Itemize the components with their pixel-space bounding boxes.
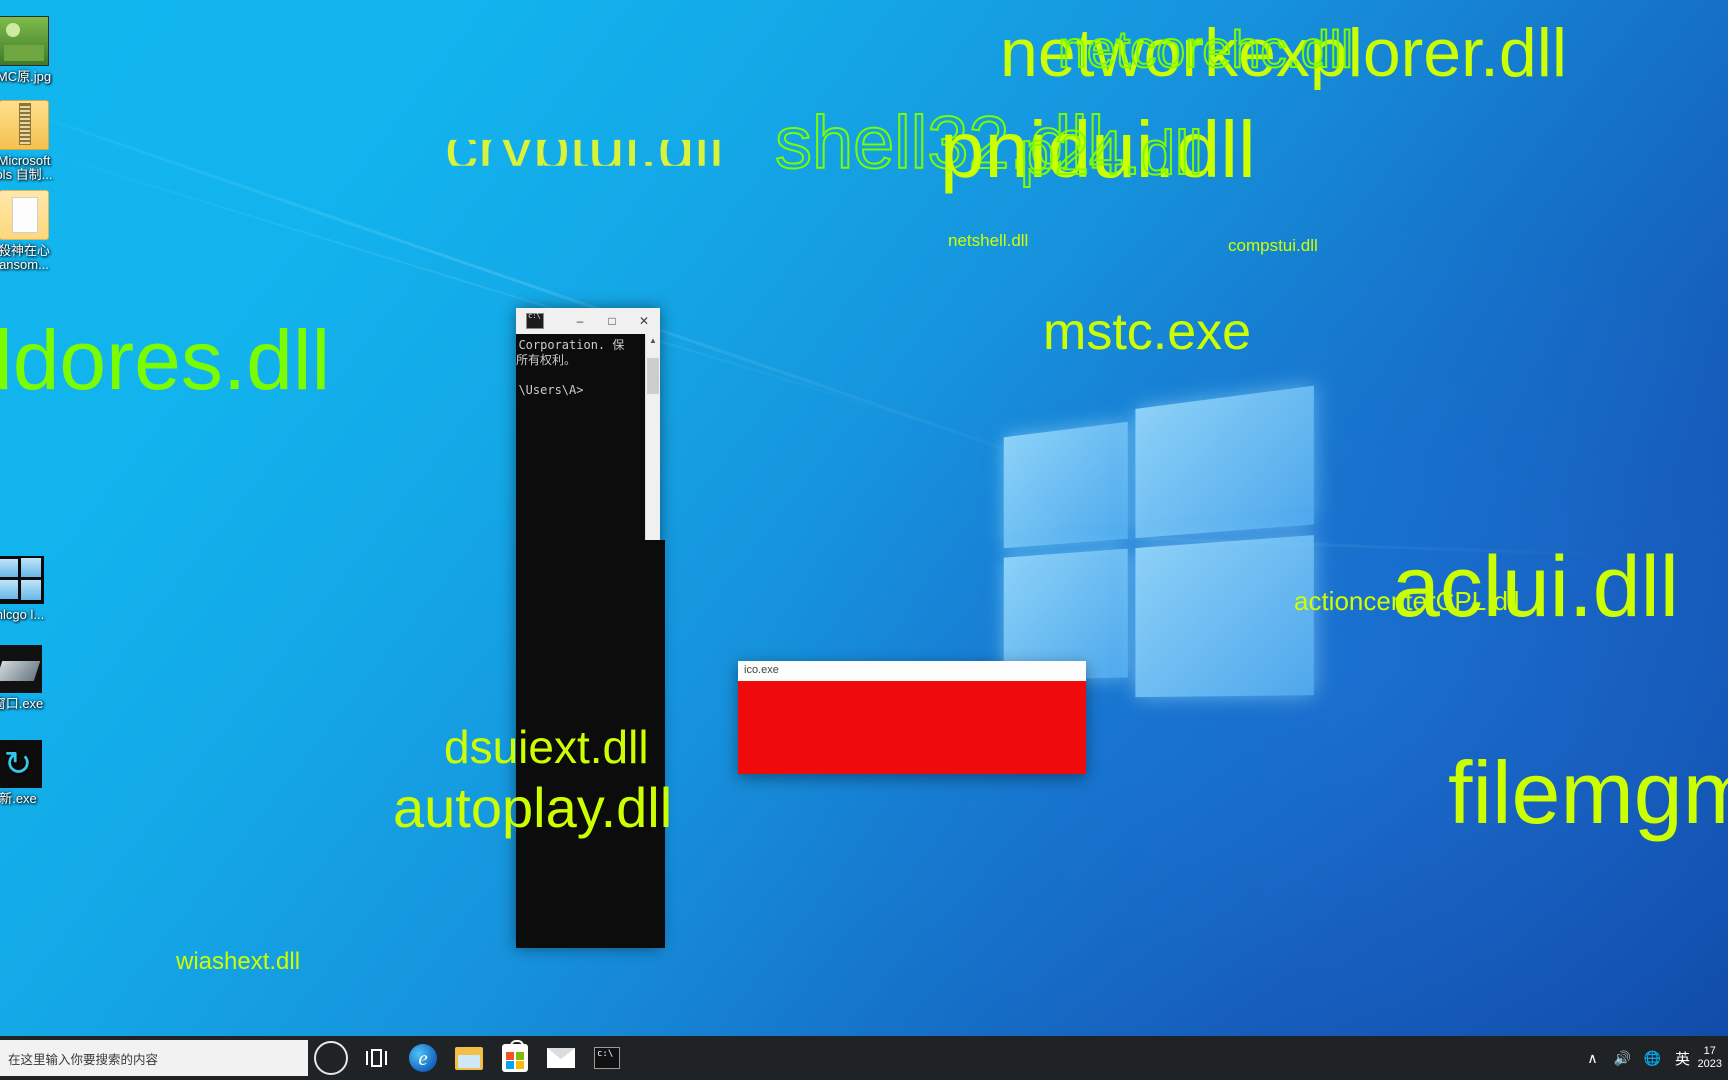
refresh-app-icon (0, 740, 42, 788)
desktop-icon-refresh-exe[interactable]: 新.exe (0, 740, 70, 806)
ico-exe-window[interactable]: ico.exe (738, 661, 1086, 774)
clock-time: 17 (1703, 1045, 1716, 1057)
desktop-icon-photo[interactable]: MC原.jpg (0, 16, 76, 84)
desktop-icon-label: Microsoft ols 自制... (0, 153, 53, 182)
explorer-glyph (455, 1046, 483, 1070)
overlay-text-pnidui: pnidui.dll (940, 105, 1256, 194)
zip-archive-icon (0, 100, 49, 150)
folder-icon (0, 190, 49, 240)
task-view-icon[interactable] (354, 1036, 400, 1080)
scrollbar-thumb[interactable] (647, 358, 659, 394)
maximize-button[interactable]: □ (596, 308, 628, 334)
desktop-background[interactable]: MC原.jpg Microsoft ols 自制... 殺神在心 ansom..… (0, 0, 1728, 1080)
desktop-icon-label: 殺神在心 ansom... (0, 243, 50, 272)
overlay-text-ddores: ddores.dll (0, 313, 331, 407)
overlay-text-networkexplorer: networkexplorer.dll (1000, 15, 1567, 91)
mail-glyph (547, 1048, 575, 1068)
overlay-text-compstui: compstui.dll (1228, 236, 1318, 255)
desktop-icon-folder[interactable]: 殺神在心 ansom... (0, 190, 76, 272)
search-placeholder-text: 在这里输入你要搜索的内容 (8, 1052, 159, 1067)
overlay-text-aclui: aclui.dll (1392, 539, 1679, 635)
clock-date: 2023 (1697, 1058, 1722, 1070)
volume-icon[interactable]: 🔊 (1608, 1050, 1638, 1067)
desktop-icon-winlogo[interactable]: nlcgo l... (0, 556, 72, 622)
file-explorer-icon[interactable] (446, 1036, 492, 1080)
cmd-window-icon (526, 312, 544, 329)
wallpaper-streak (0, 120, 992, 444)
ime-indicator[interactable]: 英 (1668, 1048, 1698, 1069)
scroll-up-arrow[interactable]: ▲ (646, 334, 660, 348)
search-input[interactable]: 在这里输入你要搜索的内容 (0, 1040, 308, 1076)
desktop-icon-label: nlcgo l... (0, 607, 45, 622)
system-tray[interactable]: ∧ 🔊 🌐 英 17 2023 (1578, 1036, 1728, 1080)
desktop-icon-zip[interactable]: Microsoft ols 自制... (0, 100, 76, 182)
microsoft-store-icon[interactable] (492, 1036, 538, 1080)
overlay-text-shell32: shell32.dll (774, 100, 1105, 185)
cmd-console-text: t Corporation. 保 留所有权利。 C:\Users\A> (516, 338, 625, 397)
windows-app-icon (0, 556, 44, 604)
cortana-icon[interactable] (308, 1036, 354, 1080)
cmd-console-overflow (516, 540, 665, 948)
overlay-text-netcorehc: netcorehc.dll (1057, 20, 1354, 80)
desktop-icon-window-exe[interactable]: 窗口.exe (0, 645, 70, 711)
overlay-text-p24: p24.dll (1019, 118, 1204, 189)
desktop-icon-label: MC原.jpg (0, 69, 52, 84)
edge-icon[interactable] (400, 1036, 446, 1080)
mail-icon[interactable] (538, 1036, 584, 1080)
cortana-circle (314, 1041, 348, 1075)
desktop-icon-label: 窗口.exe (0, 696, 44, 711)
logo-pane (1003, 421, 1128, 549)
store-glyph (502, 1040, 528, 1072)
overlay-text-actioncentercpl: actioncenterCPL.dll (1294, 586, 1520, 616)
cmd-taskbar-glyph (594, 1047, 620, 1069)
overlay-text-cryptui: cryptui.dll (445, 109, 724, 183)
clock[interactable]: 17 2023 (1698, 1045, 1728, 1071)
close-button[interactable]: ✕ (628, 308, 660, 334)
image-file-icon (0, 16, 49, 66)
ico-window-body[interactable] (738, 681, 1086, 774)
task-view-glyph (366, 1049, 388, 1067)
overlay-text-mstc: mstc.exe (1043, 303, 1252, 361)
logo-pane (1135, 385, 1314, 539)
application-icon (0, 645, 42, 693)
cmd-taskbar-icon[interactable] (584, 1036, 630, 1080)
desktop-icon-label: 新.exe (0, 791, 37, 806)
taskbar[interactable]: 在这里输入你要搜索的内容 ∧ 🔊 🌐 英 (0, 1036, 1728, 1080)
overlay-text-filemgmt: filemgmt.dll (1448, 743, 1728, 842)
minimize-button[interactable]: – (564, 308, 596, 334)
ico-title-bar[interactable]: ico.exe (738, 661, 1086, 681)
overlay-text-netshell: netshell.dll (948, 231, 1029, 250)
chevron-up-icon[interactable]: ∧ (1578, 1050, 1608, 1067)
edge-glyph (409, 1044, 437, 1072)
network-icon[interactable]: 🌐 (1638, 1050, 1668, 1067)
logo-pane (1135, 535, 1314, 698)
cmd-title-bar[interactable]: – □ ✕ (516, 308, 660, 334)
